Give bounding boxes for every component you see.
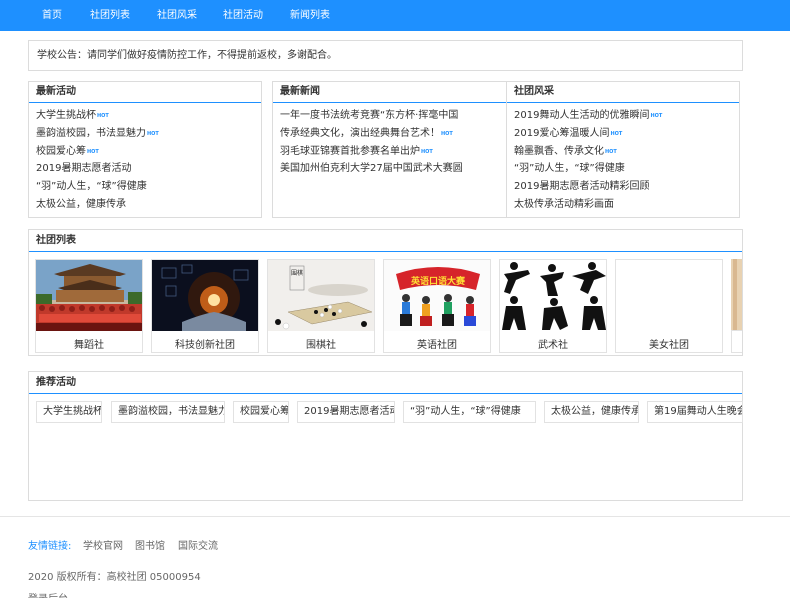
title-underline (29, 102, 261, 103)
club-card-english[interactable]: 英语口语大赛 英语社团 (383, 259, 491, 353)
club-name: 武术社 (538, 340, 568, 351)
latest-activities-title: 最新活动 (36, 86, 76, 97)
recommended-item[interactable]: 校园爱心筹 (233, 401, 289, 423)
recommended-item[interactable]: “羽”动人生，“球”得健康 (403, 401, 536, 423)
next-club-card-partial (731, 330, 742, 353)
link-school-site[interactable]: 学校官网 (83, 537, 123, 552)
club-name: 科技创新社团 (175, 340, 235, 351)
activity-item[interactable]: 太极公益，健康传承 (36, 199, 126, 211)
english-club-photo: 英语口语大赛 (384, 260, 490, 331)
activity-item[interactable]: 2019暑期志愿者活动 (36, 163, 131, 175)
nav-news-list[interactable]: 新闻列表 (290, 0, 330, 31)
activity-item[interactable]: “羽”动人生，“球”得健康 (36, 181, 147, 193)
club-name: 英语社团 (417, 340, 457, 351)
club-card-martial-arts[interactable]: 武术社 (499, 259, 607, 353)
copyright: 2020 版权所有：高校社团 05000954 (28, 572, 201, 583)
club-list-title: 社团列表 (36, 235, 76, 246)
hot-badge: HOT (97, 113, 109, 119)
style-item[interactable]: “羽”动人生，“球”得健康 (514, 163, 625, 175)
recommended-title: 推荐活动 (36, 377, 76, 388)
activity-item[interactable]: 大学生挑战杯HOT (36, 110, 109, 122)
hot-badge: HOT (605, 149, 617, 155)
activity-item[interactable]: 墨韵溢校园，书法显魅力HOT (36, 128, 159, 140)
news-item[interactable]: 羽毛球亚锦赛首批参赛名单出炉HOT (280, 146, 433, 158)
go-club-photo: 围棋 (268, 260, 374, 331)
recommended-item[interactable]: 2019暑期志愿者活动 (297, 401, 395, 423)
club-name: 美女社团 (649, 340, 689, 351)
style-item[interactable]: 2019爱心筹温暖人间HOT (514, 128, 622, 140)
title-underline (273, 102, 506, 103)
admin-login-link[interactable]: 登录后台 (28, 590, 68, 598)
top-nav: 首页 社团列表 社团风采 社团活动 新闻列表 (0, 0, 790, 31)
next-club-image-partial (731, 259, 742, 330)
style-item[interactable]: 2019暑期志愿者活动精彩回顾 (514, 181, 649, 193)
news-item[interactable]: 美国加州伯克利大学27届中国武术大赛圆 (280, 163, 463, 175)
tech-club-photo (152, 260, 258, 331)
news-item[interactable]: 传承经典文化，演出经典舞台艺术！HOT (280, 128, 453, 140)
title-underline (29, 251, 742, 252)
hot-badge: HOT (147, 131, 159, 137)
footer: 友情链接: 学校官网 图书馆 国际交流 2020 版权所有：高校社团 05000… (0, 516, 790, 598)
school-notice: 学校公告：请同学们做好疫情防控工作，不得提前返校，多谢配合。 (28, 40, 743, 71)
hot-badge: HOT (650, 113, 663, 119)
recommended-panel (28, 371, 743, 501)
hot-badge: HOT (421, 149, 433, 155)
friend-links-label: 友情链接: (28, 541, 72, 552)
beauty-club-photo (616, 260, 722, 331)
recommended-item[interactable]: 太极公益，健康传承 (544, 401, 639, 423)
club-style-title: 社团风采 (514, 86, 554, 97)
martial-arts-club-photo (500, 260, 606, 331)
title-underline (507, 102, 739, 103)
dance-club-photo (36, 260, 142, 331)
activity-item[interactable]: 校园爱心筹HOT (36, 146, 99, 158)
link-international[interactable]: 国际交流 (178, 537, 218, 552)
go-image-caption: 围棋 (291, 269, 303, 277)
club-card-tech[interactable]: 科技创新社团 (151, 259, 259, 353)
style-item[interactable]: 2019舞动人生活动的优雅瞬间HOT (514, 110, 662, 122)
nav-club-activities[interactable]: 社团活动 (223, 0, 263, 31)
recommended-item[interactable]: 大学生挑战杯 (36, 401, 102, 423)
club-card-beauty[interactable]: 美女社团 (615, 259, 723, 353)
recommended-item[interactable]: 第19届舞动人生晚会 (647, 401, 743, 423)
link-library[interactable]: 图书馆 (135, 537, 165, 552)
latest-news-title: 最新新闻 (280, 86, 320, 97)
club-card-dance[interactable]: 舞蹈社 (35, 259, 143, 353)
recommended-item[interactable]: 墨韵溢校园，书法显魅力 (111, 401, 225, 423)
hot-badge: HOT (87, 149, 99, 155)
nav-home[interactable]: 首页 (42, 0, 62, 31)
style-item[interactable]: 翰墨飘香、传承文化HOT (514, 146, 617, 158)
style-item[interactable]: 太极传承活动精彩画面 (514, 199, 614, 211)
news-item[interactable]: 一年一度书法统考竞赛“东方杯·挥毫中国 (280, 110, 458, 122)
hot-badge: HOT (441, 131, 453, 137)
club-card-go[interactable]: 围棋 围棋社 (267, 259, 375, 353)
english-image-banner: 英语口语大赛 (410, 275, 466, 287)
hot-badge: HOT (610, 131, 623, 137)
title-underline (29, 393, 742, 394)
nav-club-style[interactable]: 社团风采 (157, 0, 197, 31)
nav-club-list[interactable]: 社团列表 (90, 0, 130, 31)
club-name: 围棋社 (306, 340, 336, 351)
club-name: 舞蹈社 (74, 340, 104, 351)
